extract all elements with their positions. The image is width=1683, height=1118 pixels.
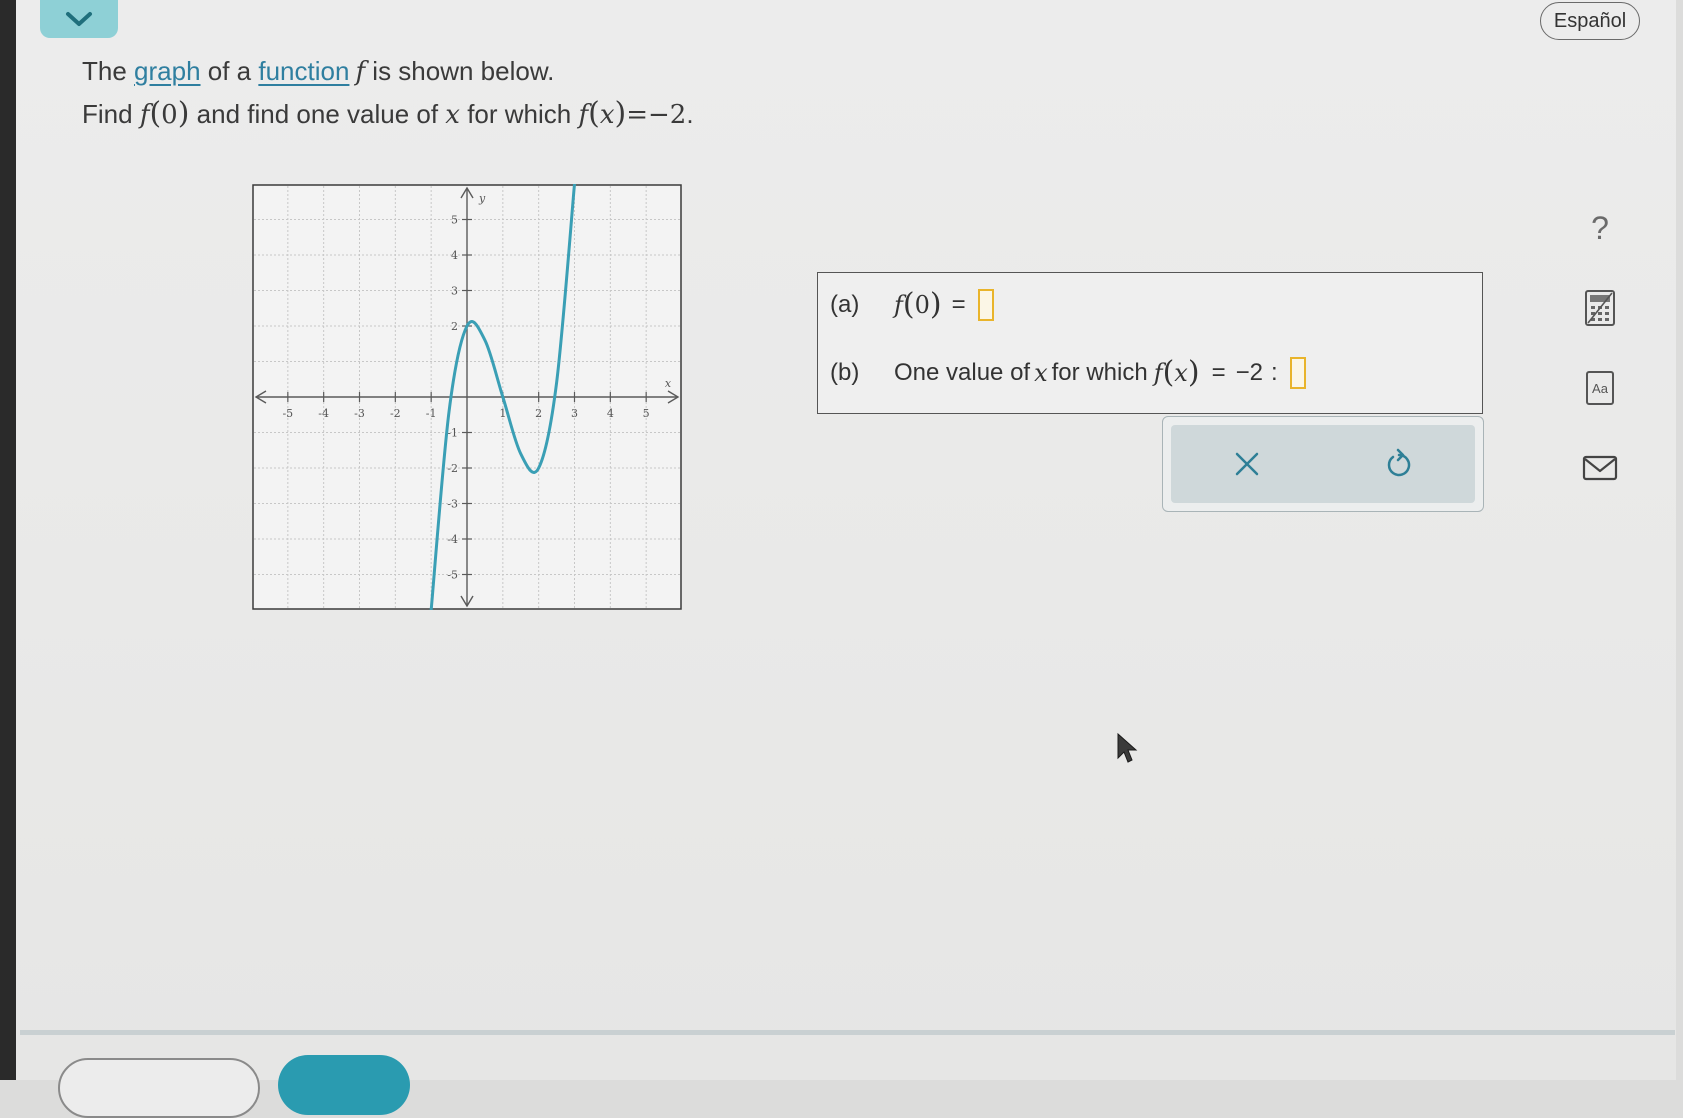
undo-button[interactable]	[1359, 434, 1439, 494]
help-icon: ?	[1591, 209, 1609, 246]
function-graph: -5 -4 -3 -2 -1 1 2 3 4 5 5 4 3 2 -1 -2 -3 -4 -5 x y	[252, 184, 682, 610]
footer-divider	[20, 1030, 1675, 1035]
action-bar	[1171, 425, 1475, 503]
var-f: f	[355, 57, 366, 87]
language-button[interactable]: Español	[1540, 2, 1640, 40]
answer-row-a: (a) f ( 0 ) =	[830, 287, 994, 322]
part-a-label: (a)	[830, 290, 860, 318]
x-tick-label: -4	[318, 407, 329, 420]
mail-icon	[1582, 455, 1618, 481]
graph-svg: -5 -4 -3 -2 -1 1 2 3 4 55432-1-2-3-4-5xy	[252, 184, 682, 610]
x-tick-label: -5	[282, 407, 293, 420]
close-icon	[1235, 452, 1259, 476]
y-tick-label: 3	[451, 285, 458, 298]
answer-input-b[interactable]	[1289, 356, 1306, 389]
screen-edge	[0, 0, 16, 1080]
text-size-icon: Aa	[1586, 371, 1614, 405]
footer-secondary-button[interactable]	[58, 1058, 260, 1118]
collapse-button[interactable]	[40, 0, 118, 38]
y-tick-label: -4	[447, 533, 458, 546]
calculator-icon	[1585, 290, 1615, 326]
question-text: The graph of a function f is shown below.…	[82, 50, 694, 136]
y-tick-label: 4	[451, 249, 458, 262]
calculator-button[interactable]	[1572, 280, 1628, 336]
question-line-1: The graph of a function f is shown below.	[82, 56, 555, 87]
y-tick-label: -2	[447, 462, 458, 475]
x-tick-label: 5	[643, 407, 650, 420]
x-tick-label: -1	[426, 407, 437, 420]
x-tick-label: 4	[607, 407, 614, 420]
mail-button[interactable]	[1572, 440, 1628, 496]
clear-button[interactable]	[1207, 434, 1287, 494]
answer-row-b: (b) One value of x for which f ( x ) = −…	[830, 355, 1306, 390]
y-tick-label: -5	[447, 569, 458, 582]
undo-icon	[1387, 448, 1411, 477]
question-line-2: Find f(0) and find one value of x for wh…	[82, 96, 694, 131]
x-tick-label: 2	[535, 407, 542, 420]
y-tick-label: 5	[451, 214, 458, 227]
x-tick-label: -3	[354, 407, 365, 420]
x-tick-label: 3	[571, 407, 578, 420]
function-link[interactable]: function	[258, 56, 349, 86]
y-tick-label: -3	[447, 498, 458, 511]
mouse-cursor-icon	[1117, 732, 1138, 763]
footer-primary-button[interactable]	[278, 1055, 410, 1115]
part-b-label: (b)	[830, 358, 860, 386]
action-panel	[1162, 416, 1484, 512]
x-axis-label: x	[665, 377, 672, 390]
help-button[interactable]: ?	[1572, 200, 1628, 256]
text-size-button[interactable]: Aa	[1572, 360, 1628, 416]
answer-panel: (a) f ( 0 ) = (b) One value of x for whi…	[817, 272, 1483, 414]
graph-link[interactable]: graph	[134, 56, 201, 86]
y-axis-label: y	[478, 192, 486, 205]
y-tick-label: 2	[451, 320, 458, 333]
x-tick-label: -2	[390, 407, 401, 420]
y-tick-label: -1	[447, 427, 458, 440]
chevron-down-icon	[66, 12, 92, 26]
answer-input-a[interactable]	[977, 288, 994, 321]
